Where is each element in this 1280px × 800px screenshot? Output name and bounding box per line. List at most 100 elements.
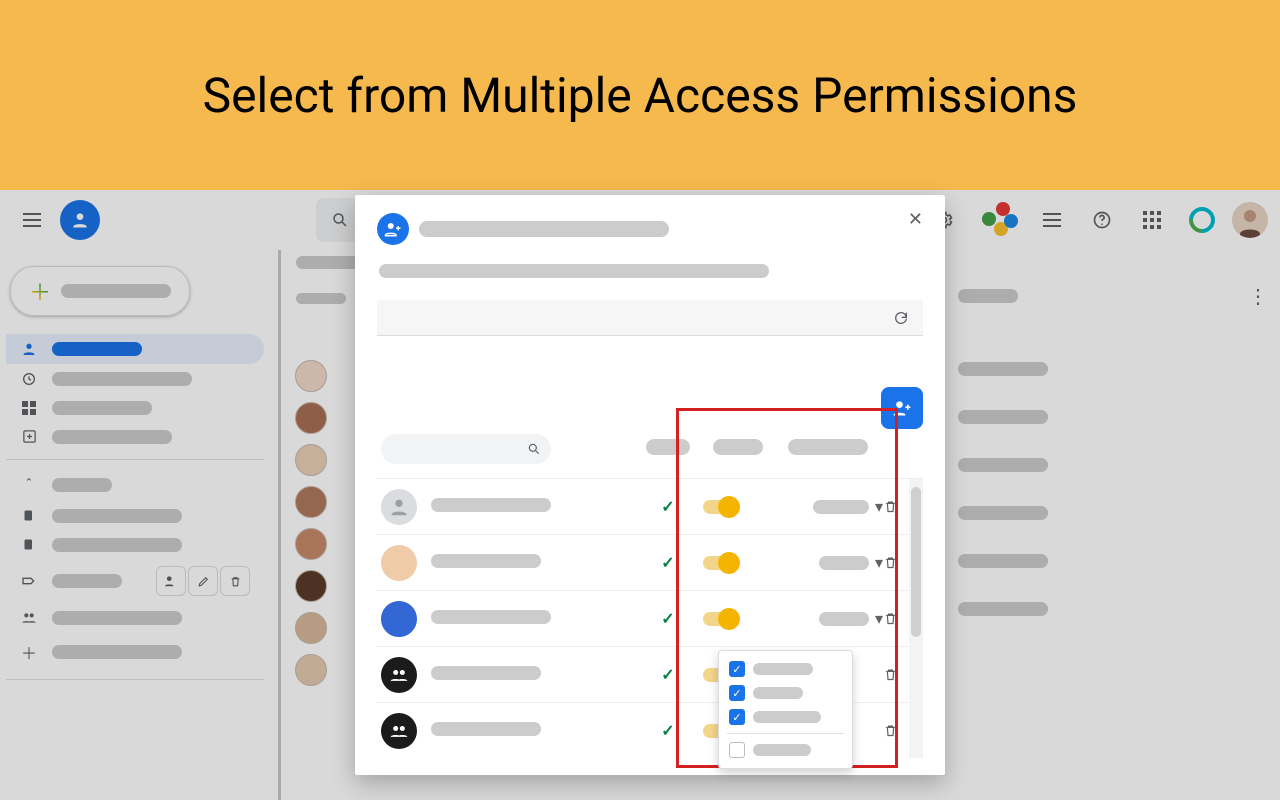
- row-name: [431, 498, 551, 512]
- permission-option[interactable]: [727, 738, 844, 762]
- list-avatar[interactable]: [295, 612, 327, 644]
- email-input[interactable]: [377, 300, 923, 336]
- row-name: [431, 554, 541, 568]
- permission-option[interactable]: ✓: [727, 705, 844, 729]
- edit-icon[interactable]: [188, 566, 218, 596]
- role-select[interactable]: ▾: [773, 553, 883, 572]
- check-icon: ✓: [633, 721, 703, 740]
- permission-option[interactable]: ✓: [727, 657, 844, 681]
- sidebar-labels-collapse[interactable]: ˆ: [6, 468, 264, 501]
- row-name: [431, 666, 541, 680]
- option-label: [753, 744, 811, 756]
- brand-icon[interactable]: [1182, 200, 1222, 240]
- add-contact-icon[interactable]: [156, 566, 186, 596]
- refresh-icon[interactable]: [893, 310, 909, 326]
- row-avatar: [381, 545, 417, 581]
- checkbox-icon[interactable]: ✓: [729, 661, 745, 677]
- add-delegate-button[interactable]: [881, 387, 923, 429]
- table-search[interactable]: [381, 434, 551, 464]
- modal-subtitle: [379, 264, 769, 278]
- row-avatar-group: [381, 713, 417, 749]
- scrollbar[interactable]: [909, 479, 923, 758]
- sidebar-separator: [6, 459, 264, 460]
- permissions-dropdown: ✓ ✓ ✓: [718, 650, 853, 769]
- close-icon[interactable]: ✕: [908, 209, 923, 230]
- check-icon: ✓: [633, 609, 703, 628]
- check-icon: ✓: [633, 553, 703, 572]
- person-icon: [20, 341, 38, 357]
- sidebar-item-contacts[interactable]: [6, 334, 264, 364]
- sidebar-label: [52, 611, 182, 625]
- sidebar-label: [52, 645, 182, 659]
- list-avatar[interactable]: [295, 402, 327, 434]
- sidebar-label: [52, 372, 192, 386]
- row-name: [431, 722, 541, 736]
- sidebar-separator: [6, 679, 264, 680]
- share-toggle[interactable]: [703, 556, 737, 570]
- sidebar-label-item-active[interactable]: [6, 559, 264, 603]
- option-label: [753, 711, 821, 723]
- sidebar: ＋ ˆ: [0, 250, 270, 800]
- contacts-list: [278, 250, 340, 800]
- tag-icon: [20, 573, 38, 589]
- plus-square-icon: [20, 429, 38, 444]
- sidebar-label: [52, 538, 182, 552]
- list-avatar[interactable]: [295, 570, 327, 602]
- option-label: [753, 687, 803, 699]
- sidebar-item-directory[interactable]: [6, 394, 264, 422]
- apps-icon[interactable]: [1132, 200, 1172, 240]
- sidebar-label-item[interactable]: [6, 530, 264, 559]
- sidebar-labels-header: [52, 478, 112, 492]
- trash-icon[interactable]: [220, 566, 250, 596]
- account-avatar[interactable]: [1232, 202, 1268, 238]
- list-avatar[interactable]: [295, 444, 327, 476]
- sidebar-add-label[interactable]: ＋: [6, 633, 264, 671]
- sidebar-label-item[interactable]: [6, 603, 264, 633]
- promo-banner: Select from Multiple Access Permissions: [0, 0, 1280, 190]
- list-avatar[interactable]: [295, 360, 327, 392]
- list-view-icon[interactable]: [1032, 200, 1072, 240]
- delegate-row: ✓ ▾: [377, 591, 923, 647]
- share-toggle[interactable]: [703, 500, 737, 514]
- col-header: [646, 439, 690, 455]
- menu-icon[interactable]: [12, 200, 52, 240]
- role-select[interactable]: ▾: [773, 497, 883, 516]
- col-header: [713, 439, 763, 455]
- sidebar-item-frequent[interactable]: [6, 364, 264, 394]
- list-avatar[interactable]: [295, 486, 327, 518]
- create-button[interactable]: ＋: [10, 266, 190, 316]
- plus-icon: ＋: [20, 640, 38, 664]
- sidebar-label: [52, 342, 142, 356]
- list-avatar[interactable]: [295, 528, 327, 560]
- role-select[interactable]: ▾: [773, 609, 883, 628]
- create-label: [61, 284, 171, 298]
- sidebar-label: [52, 574, 122, 588]
- checkbox-icon[interactable]: ✓: [729, 685, 745, 701]
- permission-option[interactable]: ✓: [727, 681, 844, 705]
- row-name: [431, 610, 551, 624]
- help-icon[interactable]: [1082, 200, 1122, 240]
- delegate-row: ✓ ▾: [377, 479, 923, 535]
- share-toggle[interactable]: [703, 612, 737, 626]
- share-modal: ✕ ✓ ▾: [355, 195, 945, 775]
- check-icon: ✓: [633, 497, 703, 516]
- plus-icon: ＋: [29, 275, 51, 307]
- app-logo-icon[interactable]: [60, 200, 100, 240]
- more-icon[interactable]: ⋮: [1248, 284, 1268, 308]
- sidebar-label: [52, 430, 172, 444]
- right-column: ⋮: [958, 270, 1268, 630]
- delegate-row: ✓ ▾: [377, 535, 923, 591]
- checkbox-icon[interactable]: [729, 742, 745, 758]
- label-icon: [20, 508, 38, 523]
- sidebar-item-merge[interactable]: [6, 422, 264, 451]
- sidebar-label: [52, 509, 182, 523]
- option-label: [753, 663, 813, 675]
- row-avatar-group: [381, 657, 417, 693]
- sidebar-label-item[interactable]: [6, 501, 264, 530]
- extension-cluster-icon[interactable]: [974, 200, 1022, 240]
- col-header: [788, 439, 868, 455]
- list-avatar[interactable]: [295, 654, 327, 686]
- checkbox-icon[interactable]: ✓: [729, 709, 745, 725]
- chevron-up-icon: ˆ: [20, 475, 38, 494]
- row-avatar: [381, 489, 417, 525]
